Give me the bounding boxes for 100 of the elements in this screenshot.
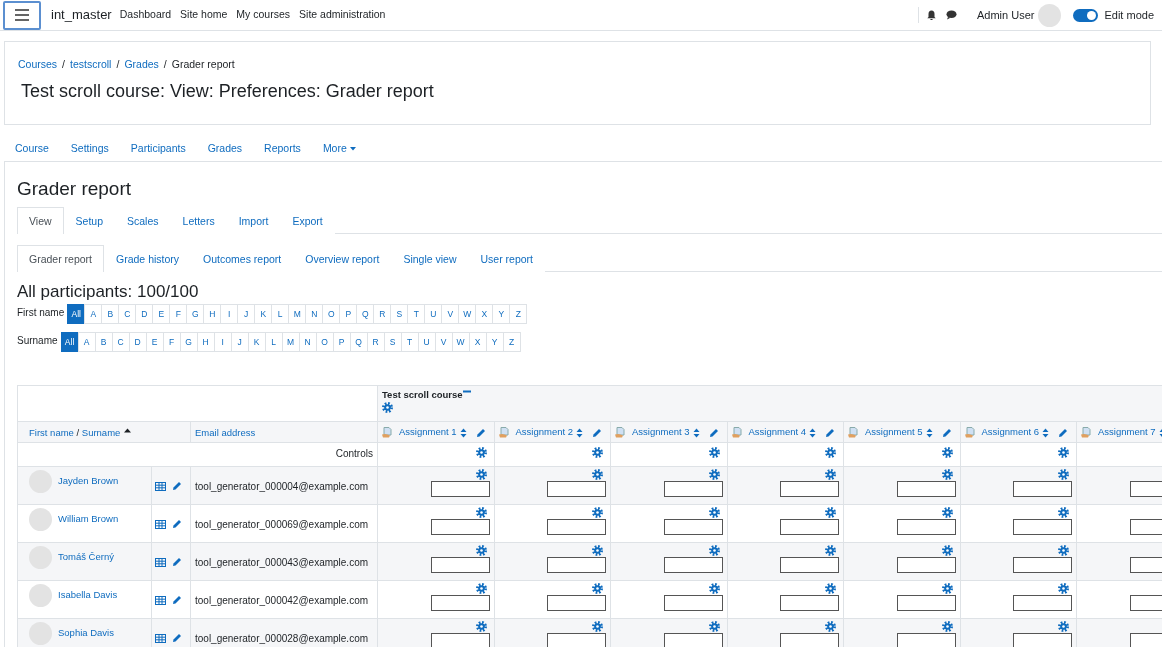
grade-input[interactable]	[430, 556, 490, 573]
gear-icon[interactable]	[592, 582, 603, 594]
sort-icon[interactable]	[459, 427, 467, 438]
sort-link[interactable]: Email address	[195, 427, 256, 439]
grade-input[interactable]	[780, 556, 839, 573]
initial-filter[interactable]: All	[67, 304, 86, 325]
gear-icon[interactable]	[941, 468, 953, 480]
grade-input[interactable]	[780, 632, 839, 647]
sort-icon[interactable]	[925, 427, 933, 438]
gear-icon[interactable]	[592, 447, 603, 459]
gear-icon[interactable]	[708, 506, 720, 518]
gear-icon[interactable]	[592, 468, 603, 480]
grade-input[interactable]	[1013, 594, 1072, 611]
grade-input[interactable]	[547, 594, 606, 611]
grade-input[interactable]	[663, 556, 723, 573]
initial-filter[interactable]: G	[186, 304, 205, 325]
initial-filter[interactable]: W	[458, 304, 477, 325]
gear-icon[interactable]	[1058, 506, 1069, 518]
initial-filter[interactable]: V	[441, 304, 460, 325]
initial-filter[interactable]: I	[220, 304, 239, 325]
initial-filter[interactable]: R	[373, 304, 392, 325]
grade-input[interactable]	[663, 594, 723, 611]
initial-filter[interactable]: U	[424, 304, 443, 325]
breadcrumb-link[interactable]: Courses	[18, 57, 58, 73]
nav-link[interactable]: Site home	[180, 7, 228, 23]
gear-icon[interactable]	[825, 506, 836, 518]
grade-input[interactable]	[663, 518, 723, 535]
initial-filter[interactable]: D	[135, 304, 154, 325]
pencil-icon[interactable]	[172, 595, 182, 606]
gear-icon[interactable]	[475, 544, 487, 556]
grade-input[interactable]	[1013, 480, 1072, 497]
grade-input[interactable]	[547, 480, 606, 497]
initial-filter[interactable]: S	[390, 304, 409, 325]
grade-input[interactable]	[430, 518, 490, 535]
grade-input[interactable]	[896, 518, 956, 535]
sort-icon[interactable]	[692, 427, 700, 438]
nav-link[interactable]: My courses	[236, 7, 291, 23]
gear-icon[interactable]	[941, 582, 953, 594]
initial-filter[interactable]: Z	[509, 304, 528, 325]
initial-filter[interactable]: B	[101, 304, 120, 325]
initial-filter[interactable]: Q	[356, 304, 375, 325]
gear-icon[interactable]	[592, 544, 603, 556]
edit-mode-toggle[interactable]	[1073, 8, 1099, 22]
grade-input[interactable]	[547, 556, 606, 573]
gear-icon[interactable]	[941, 447, 953, 459]
course-nav-link[interactable]: Settings	[59, 135, 120, 161]
grade-input[interactable]	[663, 480, 723, 497]
gear-icon[interactable]	[825, 582, 836, 594]
table-icon[interactable]	[155, 481, 166, 491]
initial-filter[interactable]: All	[60, 332, 79, 353]
menu-button[interactable]	[3, 0, 41, 30]
initial-filter[interactable]: M	[288, 304, 307, 325]
grade-input[interactable]	[1013, 556, 1072, 573]
gear-icon[interactable]	[475, 468, 487, 480]
gear-icon[interactable]	[941, 620, 953, 632]
initial-filter[interactable]: O	[322, 304, 341, 325]
bell-icon[interactable]	[927, 10, 936, 20]
pencil-icon[interactable]	[708, 427, 719, 438]
gear-icon[interactable]	[708, 468, 720, 480]
gear-icon[interactable]	[825, 447, 836, 459]
grade-input[interactable]	[896, 556, 956, 573]
sort-link[interactable]: Surname	[81, 427, 121, 439]
sort-link[interactable]: First name	[29, 427, 74, 439]
student-name[interactable]: Isabella Davis	[58, 587, 118, 602]
initial-filter[interactable]: E	[152, 304, 171, 325]
grade-input[interactable]	[430, 594, 490, 611]
sort-icon[interactable]	[576, 427, 584, 438]
gear-icon[interactable]	[475, 582, 487, 594]
initial-filter[interactable]: L	[271, 304, 290, 325]
gear-icon[interactable]	[708, 620, 720, 632]
course-nav-link[interactable]: Reports	[253, 135, 312, 161]
gear-icon[interactable]	[941, 506, 953, 518]
gear-icon[interactable]	[825, 620, 836, 632]
gear-icon[interactable]	[825, 468, 836, 480]
grade-input[interactable]	[896, 480, 956, 497]
initial-filter[interactable]: J	[237, 304, 256, 325]
breadcrumb-link[interactable]: Grades	[124, 57, 159, 73]
table-icon[interactable]	[155, 519, 166, 529]
site-name[interactable]: int_master	[51, 5, 112, 25]
gear-icon[interactable]	[382, 402, 393, 414]
initial-filter[interactable]: X	[475, 304, 494, 325]
gear-icon[interactable]	[592, 620, 603, 632]
pencil-icon[interactable]	[172, 481, 182, 492]
gear-icon[interactable]	[1058, 582, 1069, 594]
initial-filter[interactable]: F	[169, 304, 188, 325]
initial-filter[interactable]: T	[407, 304, 426, 325]
table-icon[interactable]	[155, 557, 166, 567]
pencil-icon[interactable]	[475, 427, 486, 438]
initial-filter[interactable]: C	[118, 304, 137, 325]
course-nav-link[interactable]: Participants	[119, 135, 197, 161]
chat-icon[interactable]	[946, 10, 957, 20]
grade-input[interactable]	[430, 632, 490, 647]
gear-icon[interactable]	[1058, 620, 1069, 632]
pencil-icon[interactable]	[592, 427, 603, 438]
pencil-icon[interactable]	[172, 633, 182, 644]
pencil-icon[interactable]	[172, 519, 182, 530]
table-icon[interactable]	[155, 633, 166, 643]
student-name[interactable]: Jayden Brown	[58, 473, 119, 488]
grade-input[interactable]	[896, 632, 956, 647]
gear-icon[interactable]	[825, 544, 836, 556]
